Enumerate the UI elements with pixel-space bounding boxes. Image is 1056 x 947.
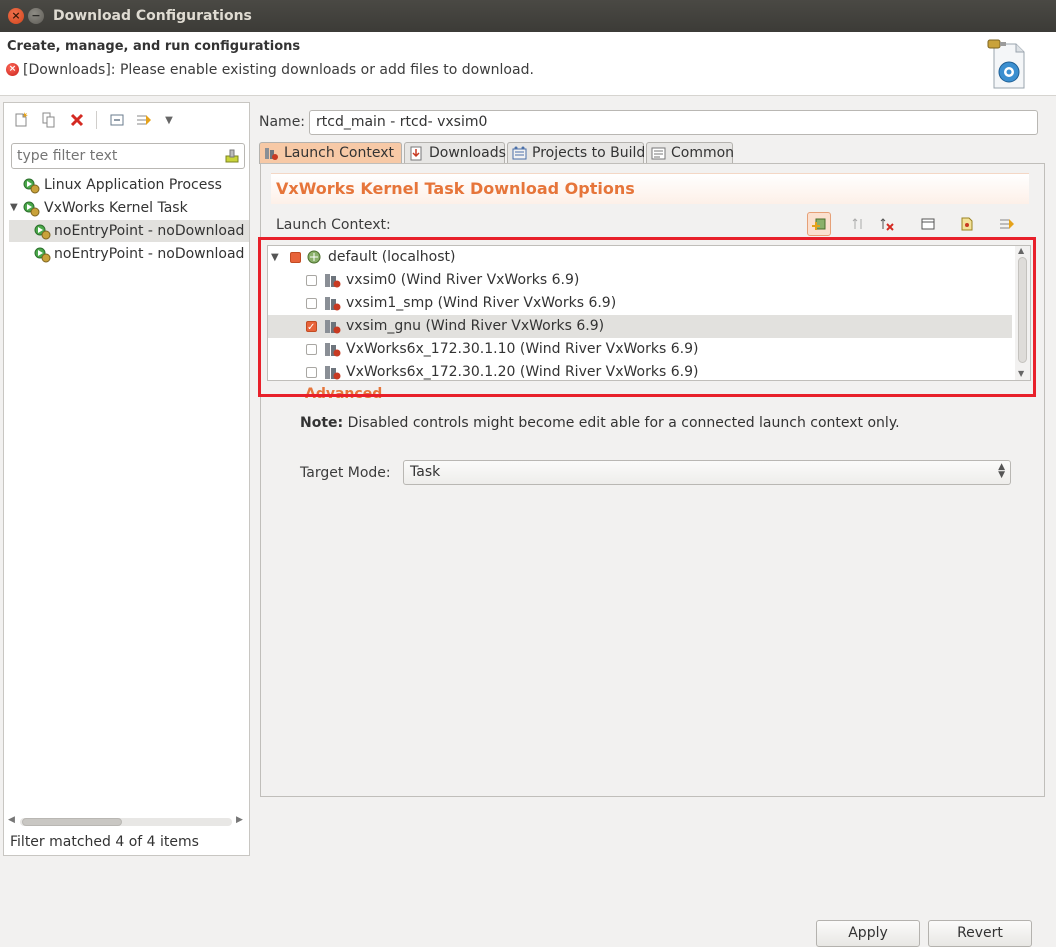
tree-item-label: noEntryPoint - noDownload - [54,223,249,239]
dialog-header: Create, manage, and run configurations ×… [0,32,1056,96]
close-window-button[interactable]: × [8,8,24,24]
common-icon [651,147,666,160]
error-icon: × [6,63,19,76]
horizontal-scrollbar[interactable]: ◀ ▶ [8,815,245,828]
target-mode-label: Target Mode: [300,465,391,481]
window-title: Download Configurations [53,8,252,24]
expand-arrow-icon[interactable]: ▼ [10,197,18,219]
left-toolbar: ▼ [4,103,249,137]
minimize-window-button[interactable]: − [28,8,44,24]
apply-button[interactable]: Apply [816,920,920,947]
filter-context-icon[interactable] [995,212,1019,236]
tree-item-configuration-selected[interactable]: noEntryPoint - noDownload - [9,220,249,242]
note-body: Disabled controls might become edit able… [343,415,900,431]
tab-projects-to-build[interactable]: Projects to Build [507,142,646,164]
configuration-icon [34,247,51,263]
target-mode-select[interactable]: Task ▲ ▼ [403,460,1011,485]
tab-label: Launch Context [284,145,394,161]
configuration-tree-panel: ▼ Linux Application Process ▼ VxWorks Ke… [3,102,250,856]
move-up-icon[interactable] [847,212,871,236]
downloads-icon [410,146,422,161]
duplicate-icon[interactable] [41,112,57,128]
filter-input[interactable] [11,143,245,169]
name-input[interactable]: rtcd_main - rtcd- vxsim0 [309,110,1038,135]
import-icon[interactable] [955,212,979,236]
new-configuration-icon[interactable] [13,112,29,128]
tab-label: Projects to Build [532,145,646,161]
filter-icon[interactable] [136,112,152,128]
launch-context-label: Launch Context: [276,217,391,233]
launch-type-icon [23,201,40,217]
view-menu-icon[interactable]: ▼ [161,112,177,128]
properties-icon[interactable] [916,212,940,236]
section-header: VxWorks Kernel Task Download Options [271,173,1029,204]
scroll-thumb[interactable] [22,818,122,826]
dialog-title: Create, manage, and run configurations [7,39,301,54]
filter-status: Filter matched 4 of 4 items [10,834,199,850]
collapse-all-icon[interactable] [109,112,125,128]
configuration-icon [34,224,51,240]
tab-label: Downloads [429,145,506,161]
note-bold: Note: [300,415,344,431]
tab-label: Common [671,145,735,161]
error-message: [Downloads]: Please enable existing down… [23,62,534,78]
tree-item-vxworks-kernel-task[interactable]: ▼ VxWorks Kernel Task [10,197,249,219]
note-text: Note: Disabled controls might become edi… [300,415,900,431]
clear-filter-icon[interactable] [224,148,240,164]
delete-icon[interactable] [69,112,85,128]
toolbar-separator [96,111,97,129]
tree-item-linux-application-process[interactable]: Linux Application Process [22,174,249,196]
scroll-right-icon[interactable]: ▶ [236,815,243,825]
target-mode-value: Task [410,464,441,480]
title-bar: × − Download Configurations [0,0,1056,32]
name-label: Name: [259,114,306,130]
add-context-icon[interactable] [807,212,831,236]
tree-item-label: VxWorks Kernel Task [44,200,188,216]
select-arrows-icon: ▲ ▼ [998,462,1005,480]
projects-icon [512,146,527,160]
run-configuration-banner-icon [987,39,1025,89]
launch-type-icon [23,178,40,194]
section-title: VxWorks Kernel Task Download Options [276,179,635,198]
tab-downloads[interactable]: Downloads [404,142,506,164]
remove-context-icon[interactable] [875,212,899,236]
tree-item-label: noEntryPoint - noDownload - [54,246,249,262]
launch-context-icon [265,148,278,160]
tree-item-label: Linux Application Process [44,177,222,193]
highlight-annotation-box [258,237,1036,397]
scroll-left-icon[interactable]: ◀ [8,815,15,825]
tree-item-configuration[interactable]: noEntryPoint - noDownload - [9,243,249,265]
revert-button[interactable]: Revert [928,920,1032,947]
tab-launch-context[interactable]: Launch Context [259,142,402,164]
tab-common[interactable]: Common [646,142,735,164]
